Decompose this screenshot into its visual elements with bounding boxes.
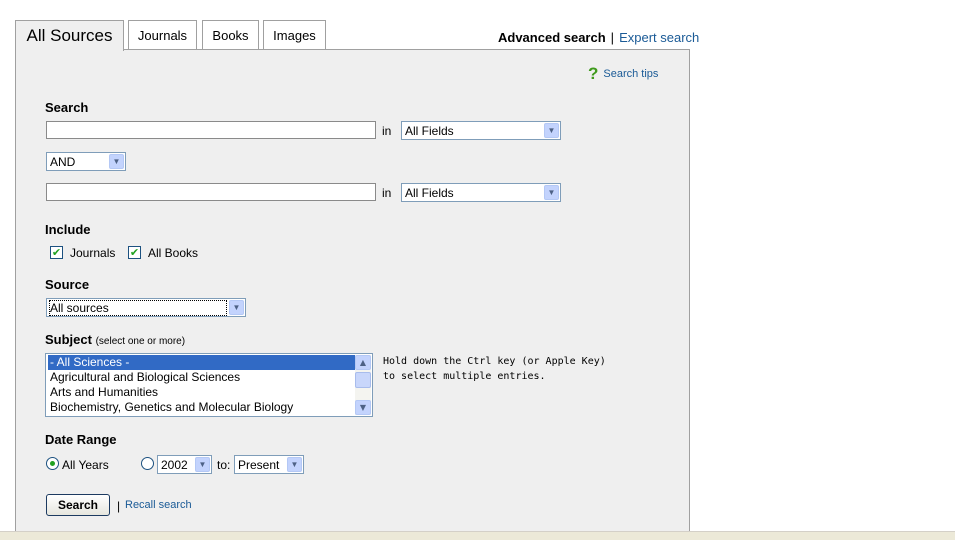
tab-all-sources[interactable]: All Sources (15, 20, 124, 51)
all-books-checkbox[interactable]: ✔ (128, 246, 141, 259)
all-years-label: All Years (62, 458, 109, 472)
in-label-1: in (382, 124, 392, 138)
date-range-heading: Date Range (45, 432, 117, 447)
tab-journals[interactable]: Journals (128, 20, 197, 49)
tab-label: Images (273, 27, 316, 43)
journals-checkbox-label: Journals (70, 246, 116, 260)
search-mode-links: Advanced search | Expert search (498, 30, 699, 45)
chevron-down-icon: ▼ (287, 457, 302, 472)
to-year-value: Present (238, 457, 280, 472)
recall-search-link[interactable]: Recall search (125, 499, 192, 511)
search-term-1-input[interactable] (46, 121, 376, 139)
subject-help-line-2: to select multiple entries. (383, 371, 546, 382)
to-year-select[interactable]: Present ▼ (234, 455, 304, 474)
field-select-1-value: All Fields (405, 123, 454, 138)
in-label-2: in (382, 186, 392, 200)
chevron-down-icon: ▼ (544, 185, 559, 200)
subject-option[interactable]: Biochemistry, Genetics and Molecular Bio… (48, 400, 356, 415)
tab-label: Journals (137, 27, 188, 43)
checkmark-icon: ✔ (129, 246, 140, 259)
subject-scrollbar[interactable]: ▲ ▼ (355, 355, 371, 415)
tab-label: Books (212, 27, 249, 43)
field-select-2[interactable]: All Fields ▼ (401, 183, 561, 202)
journals-checkbox[interactable]: ✔ (50, 246, 63, 259)
chevron-down-icon: ▼ (229, 300, 244, 315)
scroll-up-icon[interactable]: ▲ (355, 355, 371, 370)
tab-images[interactable]: Images (263, 20, 326, 49)
link-separator: | (610, 30, 615, 45)
source-heading: Source (45, 277, 90, 292)
source-select-value: All sources (49, 299, 227, 316)
year-range-radio[interactable] (141, 457, 154, 470)
tab-books[interactable]: Books (202, 20, 259, 49)
subject-heading: Subject (select one or more) (45, 332, 185, 347)
all-books-checkbox-label: All Books (148, 246, 199, 260)
chevron-down-icon: ▼ (195, 457, 210, 472)
subject-heading-text: Subject (45, 332, 92, 347)
from-year-value: 2002 (161, 457, 188, 472)
search-tips-link[interactable]: Search tips (603, 68, 658, 80)
include-heading: Include (45, 222, 91, 237)
subject-option[interactable]: - All Sciences - (48, 355, 356, 370)
subject-listbox[interactable]: - All Sciences - Agricultural and Biolog… (45, 353, 373, 417)
search-tips[interactable]: ? Search tips (588, 65, 658, 82)
scroll-down-icon[interactable]: ▼ (355, 400, 371, 415)
subject-hint: (select one or more) (95, 336, 186, 347)
subject-option[interactable]: Arts and Humanities (48, 385, 356, 400)
action-separator: | (117, 499, 121, 513)
search-term-2-input[interactable] (46, 183, 376, 201)
expert-search-link[interactable]: Expert search (619, 30, 699, 45)
checkmark-icon: ✔ (51, 246, 62, 259)
operator-select[interactable]: AND ▼ (46, 152, 126, 171)
operator-select-value: AND (50, 154, 76, 169)
chevron-down-icon: ▼ (109, 154, 124, 169)
all-years-radio[interactable] (46, 457, 59, 470)
question-mark-icon: ? (588, 64, 599, 83)
search-button[interactable]: Search (46, 494, 110, 516)
field-select-1[interactable]: All Fields ▼ (401, 121, 561, 140)
from-year-select[interactable]: 2002 ▼ (157, 455, 212, 474)
source-select[interactable]: All sources ▼ (46, 298, 246, 317)
search-heading: Search (45, 100, 89, 115)
scroll-thumb[interactable] (355, 372, 371, 388)
chevron-down-icon: ▼ (544, 123, 559, 138)
field-select-2-value: All Fields (405, 185, 454, 200)
subject-help-line-1: Hold down the Ctrl key (or Apple Key) (383, 356, 606, 367)
tab-label: All Sources (26, 26, 113, 45)
advanced-search-label: Advanced search (498, 30, 606, 45)
to-label: to: (217, 458, 231, 472)
subject-option[interactable]: Agricultural and Biological Sciences (48, 370, 356, 385)
